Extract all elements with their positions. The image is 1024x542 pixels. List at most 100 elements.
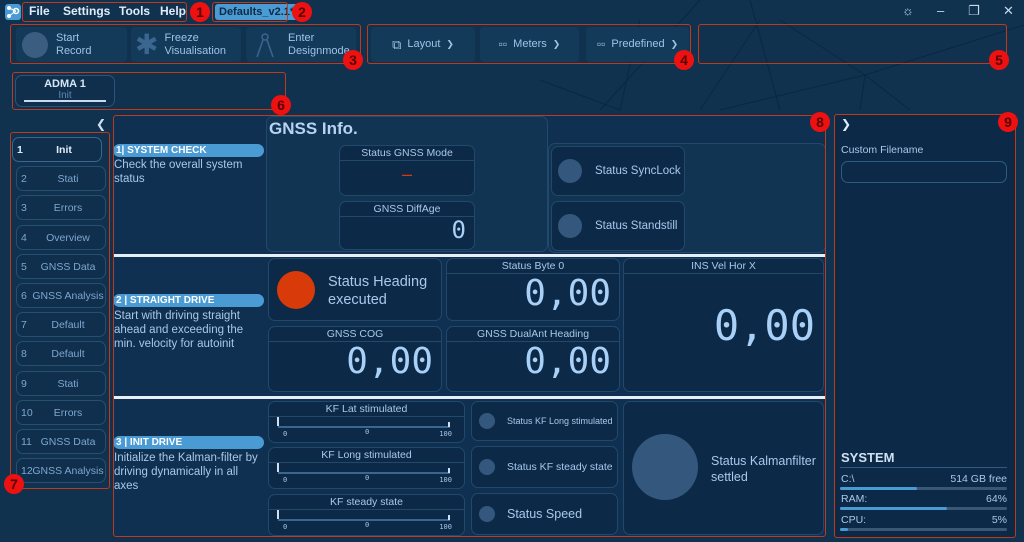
- collapse-sidebar-chevron-icon[interactable]: ❮: [96, 117, 106, 131]
- device-tab-adma1[interactable]: ADMA 1 Init: [15, 75, 115, 107]
- slider-min-label: 0: [283, 523, 288, 531]
- slider-max-tick: [448, 468, 450, 473]
- slider-label: KF Long stimulated: [269, 449, 464, 463]
- sidebar-item-gnss-data[interactable]: 5 GNSS Data: [16, 253, 106, 279]
- cpu-usage-bar-fill: [840, 528, 849, 531]
- meters-dropdown[interactable]: ▫▫ Meters ❯: [480, 27, 579, 62]
- kf-long-label: Status KF Long stimulated: [507, 416, 613, 426]
- cpu-usage-bar: [840, 528, 1007, 531]
- collapse-right-panel-chevron-icon[interactable]: ❯: [841, 117, 851, 131]
- annotation-badge-6: 6: [271, 95, 291, 115]
- enter-designmode-button[interactable]: Enter Designmode: [246, 27, 356, 62]
- gnss-mode-label: Status GNSS Mode: [340, 147, 474, 161]
- row-separator: [113, 396, 826, 399]
- sidebar-item-overview[interactable]: 4 Overview: [16, 224, 106, 250]
- chevron-down-icon: ❯: [446, 39, 454, 49]
- kf-settled-led-icon: [632, 434, 698, 500]
- ram-label: RAM:: [841, 493, 868, 505]
- slider-label: KF steady state: [269, 496, 464, 510]
- sidebar-item-label: Stati: [57, 173, 79, 186]
- status-byte0-value: 0,00: [524, 273, 611, 314]
- preset-name-tag[interactable]: Defaults_v2.1*: [215, 4, 299, 20]
- cpu-label: CPU:: [841, 514, 867, 526]
- heading-led-icon: [277, 271, 315, 309]
- disk-free-value: 514 GB free: [950, 473, 1007, 485]
- sidebar-item-number: 1: [17, 144, 23, 156]
- sidebar-item-default[interactable]: 7 Default: [16, 312, 106, 338]
- slider-value-label: 0: [365, 428, 370, 436]
- ins-vel-hor-x-meter: INS Vel Hor X 0,00: [623, 258, 824, 392]
- sidebar-item-init[interactable]: 1 Init: [12, 137, 102, 162]
- device-tab-name: ADMA 1: [44, 78, 86, 90]
- sidebar-item-errors[interactable]: 10 Errors: [16, 399, 106, 425]
- layout-dropdown[interactable]: ⧉ Layout ❯: [371, 27, 475, 62]
- heading-label: Status Heading executed: [328, 274, 428, 308]
- close-icon[interactable]: ✕: [1003, 3, 1014, 19]
- slider-track: [278, 519, 450, 521]
- kf-settled-label: Status Kalmanfilter settled: [711, 454, 816, 484]
- slider-min-label: 0: [283, 430, 288, 438]
- synclock-label: Status SyncLock: [595, 165, 681, 177]
- step-2-description: Start with driving straight ahead and ex…: [114, 310, 244, 350]
- chevron-down-icon: ❯: [552, 39, 561, 49]
- menu-tools[interactable]: Tools: [119, 4, 150, 18]
- sidebar-item-label: GNSS Data: [40, 260, 96, 273]
- predefined-grid-icon: ▫▫: [596, 37, 606, 51]
- slider-value-label: 0: [365, 474, 370, 482]
- step-2-title: 2 | STRAIGHT DRIVE: [113, 294, 264, 307]
- settings-icon[interactable]: ☼: [902, 3, 914, 18]
- slider-max-tick: [448, 515, 450, 520]
- active-tab-underline: [24, 100, 106, 102]
- sidebar-item-label: GNSS Analysis: [32, 290, 104, 302]
- row-separator: [113, 254, 826, 257]
- kf-slider-meter: KF Long stimulated 0 0 100: [268, 447, 465, 489]
- slider-min-label: 0: [283, 476, 288, 484]
- sidebar-item-errors[interactable]: 3 Errors: [16, 195, 106, 221]
- sidebar-item-gnss-data[interactable]: 11 GNSS Data: [16, 429, 106, 454]
- status-byte0-meter: Status Byte 0 0,00: [446, 258, 620, 321]
- sidebar-item-default[interactable]: 8 Default: [16, 341, 106, 367]
- ram-usage-bar-fill: [840, 507, 947, 510]
- slider-track: [278, 472, 450, 474]
- slider-track: [278, 426, 450, 428]
- step-3-description: Initialize the Kalman-filter by driving …: [114, 452, 258, 492]
- sidebar-item-gnss-analysis[interactable]: 6 GNSS Analysis: [16, 283, 106, 308]
- record-circle-icon: [22, 31, 48, 58]
- kf-steady-label: Status KF steady state: [507, 461, 613, 473]
- status-byte0-label: Status Byte 0: [447, 260, 619, 274]
- ins-vel-label: INS Vel Hor X: [624, 260, 823, 274]
- dualant-label: GNSS DualAnt Heading: [447, 328, 619, 342]
- menu-settings[interactable]: Settings: [63, 4, 110, 18]
- freeze-visualisation-button[interactable]: ✱ Freeze Visualisation: [131, 27, 241, 62]
- sidebar-item-stati[interactable]: 9 Stati: [16, 370, 106, 396]
- annotation-badge-4: 4: [674, 50, 694, 70]
- restore-icon[interactable]: ❐: [968, 3, 980, 19]
- gnss-cog-label: GNSS COG: [269, 328, 441, 342]
- predefined-label: Predefined: [611, 38, 665, 50]
- meters-label: Meters: [513, 38, 547, 50]
- sidebar-item-gnss-analysis[interactable]: 12 GNSS Analysis: [16, 458, 106, 484]
- gnss-diffage-label: GNSS DiffAge: [340, 203, 474, 217]
- slider-min-tick: [277, 463, 279, 472]
- status-speed-indicator: Status Speed: [471, 493, 618, 535]
- sidebar-item-number: 6: [21, 290, 27, 302]
- disk-label: C:\: [841, 473, 855, 485]
- status-kf-steady-indicator: Status KF steady state: [471, 446, 618, 488]
- cpu-value: 5%: [991, 514, 1007, 526]
- sidebar-item-number: 2: [21, 173, 27, 186]
- synclock-led-icon: [558, 159, 582, 183]
- menu-help[interactable]: Help: [160, 4, 186, 18]
- step-3-title: 3 | INIT DRIVE: [113, 436, 264, 449]
- start-record-label-2: Record: [56, 44, 92, 57]
- ram-value: 64%: [985, 493, 1007, 505]
- menu-file[interactable]: File: [29, 4, 50, 18]
- minimize-icon[interactable]: –: [937, 3, 944, 18]
- system-title: SYSTEM: [841, 450, 895, 465]
- kf-steady-led-icon: [479, 459, 495, 475]
- layout-icon: ⧉: [392, 37, 402, 52]
- start-record-button[interactable]: Start Record: [16, 27, 127, 62]
- design-label-1: Enter: [288, 31, 315, 44]
- sidebar-item-label: GNSS Data: [40, 436, 96, 448]
- custom-filename-input[interactable]: [841, 161, 1007, 183]
- sidebar-item-stati[interactable]: 2 Stati: [16, 166, 106, 192]
